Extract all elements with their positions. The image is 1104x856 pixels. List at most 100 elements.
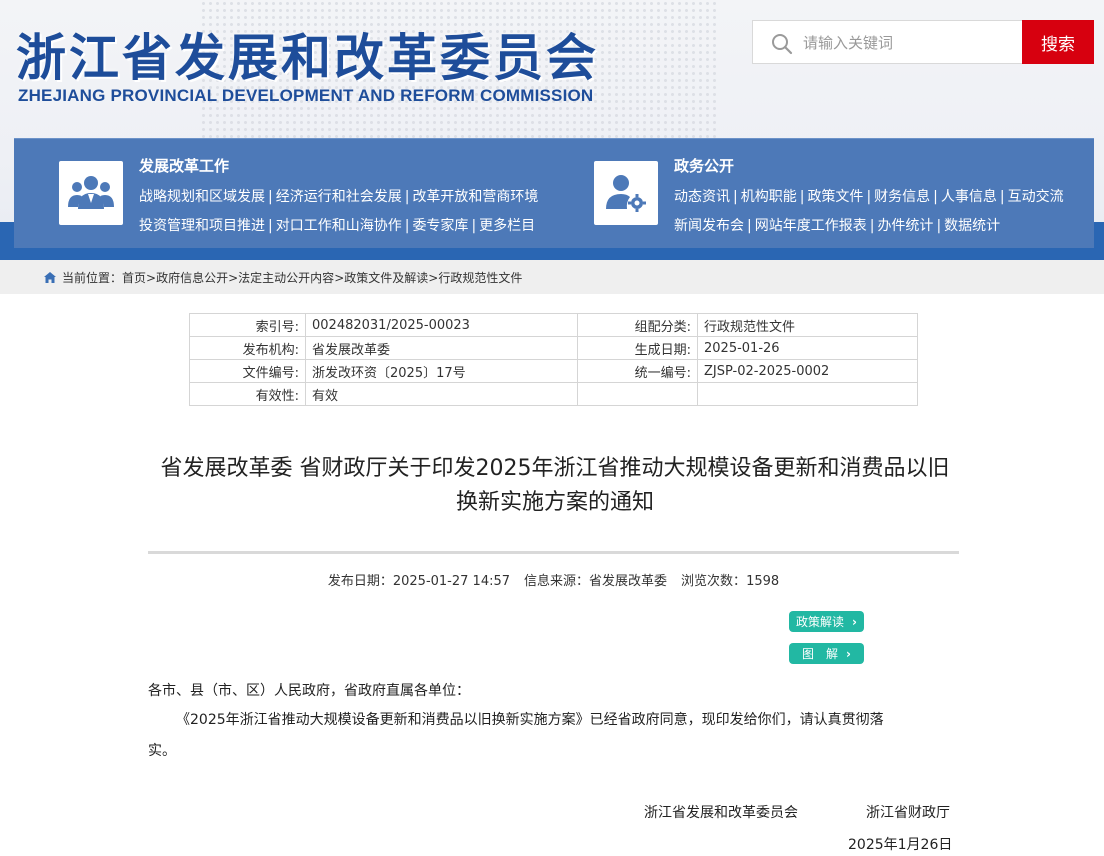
signer-finance: 浙江省财政厅 bbox=[866, 805, 950, 821]
meta-value: 有效 bbox=[305, 382, 578, 406]
nav-link-economic-operation[interactable]: 经济运行和社会发展 bbox=[276, 189, 402, 205]
breadcrumb-statutory[interactable]: 法定主动公开内容 bbox=[238, 271, 334, 285]
nav-separator: | bbox=[747, 218, 752, 234]
sign-date: 2025年1月26日 bbox=[848, 837, 953, 853]
nav-link-expert-pool[interactable]: 委专家库 bbox=[412, 218, 468, 234]
document-title-line: 换新实施方案的通知 bbox=[455, 490, 654, 515]
home-icon bbox=[44, 272, 56, 283]
breadcrumb-normative[interactable]: 行政规范性文件 bbox=[438, 271, 522, 285]
meta-key: 统一编号: bbox=[577, 359, 698, 383]
nav-link-finance[interactable]: 财务信息 bbox=[874, 189, 930, 205]
search-box: 搜索 bbox=[752, 20, 1094, 64]
meta-key: 发布机构: bbox=[189, 336, 306, 360]
nav-link-investment[interactable]: 投资管理和项目推进 bbox=[139, 218, 265, 234]
nav-separator: | bbox=[733, 189, 738, 205]
document-info-line: 发布日期：2025-01-27 14:57 信息来源：省发展改革委 浏览次数：159… bbox=[148, 570, 959, 589]
nav-link-reform-opening[interactable]: 改革开放和营商环境 bbox=[412, 189, 538, 205]
breadcrumb-policy[interactable]: 政策文件及解读 bbox=[344, 271, 428, 285]
nav-link-strategic-planning[interactable]: 战略规划和区域发展 bbox=[139, 189, 265, 205]
meta-key: 生成日期: bbox=[577, 336, 698, 360]
meta-key bbox=[577, 382, 698, 406]
site-logo-chinese[interactable]: 浙江省发展和改革委员会 bbox=[16, 18, 599, 90]
search-input[interactable] bbox=[803, 29, 1023, 57]
breadcrumb: 当前位置：首页>政府信息公开>法定主动公开内容>政策文件及解读>行政规范性文件 bbox=[44, 269, 522, 286]
nav-link-press-conference[interactable]: 新闻发布会 bbox=[674, 218, 744, 234]
nav-link-data-stats[interactable]: 数据统计 bbox=[944, 218, 1000, 234]
meta-value: 002482031/2025-00023 bbox=[305, 313, 578, 337]
search-icon bbox=[772, 34, 793, 55]
meta-key: 有效性: bbox=[189, 382, 306, 406]
nav-link-personnel[interactable]: 人事信息 bbox=[941, 189, 997, 205]
meta-key: 文件编号: bbox=[189, 359, 306, 383]
table-row: 有效性: 有效 bbox=[189, 382, 918, 406]
chevron-right-icon: › bbox=[846, 646, 851, 661]
breadcrumb-separator: > bbox=[146, 271, 157, 285]
nav-link-news[interactable]: 动态资讯 bbox=[674, 189, 730, 205]
breadcrumb-separator: > bbox=[428, 271, 439, 285]
nav-title-government-affairs[interactable]: 政务公开 bbox=[674, 155, 734, 176]
document-title-line: 省发展改革委 省财政厅关于印发2025年浙江省推动大规模设备更新和消费品以旧 bbox=[160, 456, 950, 481]
diagram-label: 图 解 bbox=[802, 647, 839, 661]
policy-interpretation-label: 政策解读 bbox=[796, 615, 845, 629]
document-title: 省发展改革委 省财政厅关于印发2025年浙江省推动大规模设备更新和消费品以旧 换… bbox=[140, 452, 970, 520]
nav-separator: | bbox=[404, 189, 410, 205]
user-gear-icon bbox=[594, 161, 658, 225]
breadcrumb-label: 当前位置： bbox=[62, 271, 123, 285]
meta-value: 省发展改革委 bbox=[305, 336, 578, 360]
meta-value: 2025-01-26 bbox=[697, 336, 918, 360]
nav-link-functions[interactable]: 机构职能 bbox=[741, 189, 797, 205]
site-logo-english: ZHEJIANG PROVINCIAL DEVELOPMENT AND REFO… bbox=[18, 86, 594, 105]
breadcrumb-separator: > bbox=[228, 271, 239, 285]
source-label: 信息来源： bbox=[524, 574, 590, 589]
publish-date-label: 发布日期： bbox=[327, 574, 393, 589]
nav-separator: | bbox=[799, 189, 805, 205]
nav-separator: | bbox=[866, 189, 872, 205]
signer-ndrc: 浙江省发展和改革委员会 bbox=[644, 805, 798, 821]
site-header: 浙江省发展和改革委员会 ZHEJIANG PROVINCIAL DEVELOPM… bbox=[0, 0, 1104, 260]
nav-row-right-2: 新闻发布会 | 网站年度工作报表 | 办件统计 | 数据统计 bbox=[674, 215, 1000, 235]
breadcrumb-gov-info[interactable]: 政府信息公开 bbox=[156, 271, 228, 285]
nav-link-policy-docs[interactable]: 政策文件 bbox=[807, 189, 863, 205]
body-paragraph-line: 实。 bbox=[148, 743, 176, 759]
meta-value: ZJSP-02-2025-0002 bbox=[697, 359, 918, 383]
policy-interpretation-button[interactable]: 政策解读 › bbox=[789, 611, 864, 632]
nav-link-annual-report[interactable]: 网站年度工作报表 bbox=[755, 218, 867, 234]
nav-separator: | bbox=[268, 218, 273, 234]
breadcrumb-home[interactable]: 首页 bbox=[122, 271, 146, 285]
salutation: 各市、县（市、区）人民政府，省政府直属各单位： bbox=[148, 683, 470, 699]
nav-group-government-affairs: 政务公开 动态资讯 | 机构职能 | 政策文件 | 财务信息 | 人事信息 | 互动交流 新闻发布会… bbox=[554, 139, 1094, 249]
breadcrumb-separator: > bbox=[334, 271, 345, 285]
views-label: 浏览次数： bbox=[681, 574, 747, 589]
document-meta-table: 索引号: 002482031/2025-00023 组配分类: 行政规范性文件 … bbox=[189, 313, 918, 406]
title-divider bbox=[148, 551, 959, 554]
publish-date: 2025-01-27 14:57 bbox=[392, 574, 511, 589]
breadcrumb-bar: 当前位置：首页>政府信息公开>法定主动公开内容>政策文件及解读>行政规范性文件 bbox=[0, 260, 1104, 294]
nav-separator: | bbox=[869, 218, 875, 234]
meta-value: 行政规范性文件 bbox=[697, 313, 918, 337]
nav-link-paired-work[interactable]: 对口工作和山海协作 bbox=[276, 218, 402, 234]
body-paragraph: 《2025年浙江省推动大规模设备更新和消费品以旧换新实施方案》已经省政府同意，现… bbox=[148, 705, 959, 767]
main-nav-panel: 发展改革工作 战略规划和区域发展 | 经济运行和社会发展 | 改革开放和营商环境 投资管… bbox=[14, 138, 1094, 248]
nav-row-right-1: 动态资讯 | 机构职能 | 政策文件 | 财务信息 | 人事信息 | 互动交流 bbox=[674, 186, 1064, 206]
nav-title-development-reform[interactable]: 发展改革工作 bbox=[139, 155, 229, 176]
nav-separator: | bbox=[471, 218, 477, 234]
table-row: 发布机构: 省发展改革委 生成日期: 2025-01-26 bbox=[189, 336, 918, 360]
search-button[interactable]: 搜索 bbox=[1022, 20, 1094, 64]
meta-key: 索引号: bbox=[189, 313, 306, 337]
table-row: 索引号: 002482031/2025-00023 组配分类: 行政规范性文件 bbox=[189, 313, 918, 337]
nav-separator: | bbox=[268, 189, 273, 205]
nav-link-interaction[interactable]: 互动交流 bbox=[1008, 189, 1064, 205]
chevron-right-icon: › bbox=[852, 614, 857, 629]
views-count: 1598 bbox=[746, 574, 780, 589]
nav-row-left-2: 投资管理和项目推进 | 对口工作和山海协作 | 委专家库 | 更多栏目 bbox=[139, 215, 535, 235]
nav-row-left-1: 战略规划和区域发展 | 经济运行和社会发展 | 改革开放和营商环境 bbox=[139, 186, 538, 206]
table-row: 文件编号: 浙发改环资〔2025〕17号 统一编号: ZJSP-02-2025-… bbox=[189, 359, 918, 383]
meta-value bbox=[697, 382, 918, 406]
meta-value: 浙发改环资〔2025〕17号 bbox=[305, 359, 578, 383]
body-paragraph-line: 《2025年浙江省推动大规模设备更新和消费品以旧换新实施方案》已经省政府同意，现… bbox=[176, 712, 884, 728]
nav-separator: | bbox=[999, 189, 1005, 205]
nav-link-more-columns[interactable]: 更多栏目 bbox=[479, 218, 535, 234]
diagram-button[interactable]: 图 解 › bbox=[789, 643, 864, 664]
nav-link-case-stats[interactable]: 办件统计 bbox=[877, 218, 933, 234]
people-group-icon bbox=[59, 161, 123, 225]
